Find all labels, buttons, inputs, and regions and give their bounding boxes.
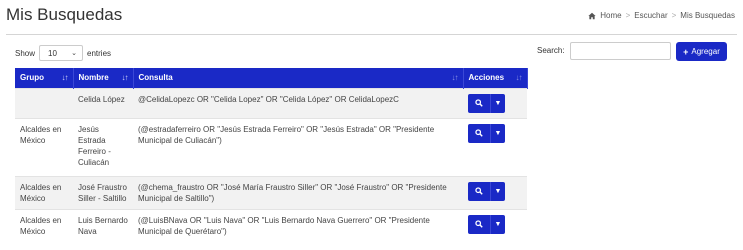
search-input[interactable]: [570, 42, 671, 60]
table-row: Alcaldes en México Jesús Estrada Ferreir…: [15, 117, 527, 176]
cell-consulta: @CelidaLopezc OR "Celida Lopez" OR "Celi…: [133, 87, 463, 118]
entries-label: entries: [87, 48, 112, 58]
row-actions: ▼: [468, 93, 505, 113]
view-search-button[interactable]: [468, 93, 490, 113]
actions-dropdown-toggle[interactable]: ▼: [490, 123, 505, 143]
actions-dropdown-toggle[interactable]: ▼: [490, 93, 505, 113]
row-actions: ▼: [468, 123, 505, 143]
cell-consulta: (@LuisBNava OR "Luis Nava" OR "Luis Bern…: [133, 208, 463, 249]
cell-acciones: ▼: [463, 87, 527, 118]
table-header-row: Grupo ↓↑ Nombre ↓↑ Consulta ↓↑ Acciones …: [15, 68, 528, 88]
add-button[interactable]: + Agregar: [676, 42, 727, 61]
column-header-consulta[interactable]: Consulta ↓↑: [133, 68, 464, 88]
view-search-button[interactable]: [468, 214, 490, 234]
plus-icon: +: [683, 46, 689, 57]
cell-consulta: (@estradaferreiro OR "Jesús Estrada Ferr…: [133, 117, 463, 176]
cell-nombre: Jesús Estrada Ferreiro - Culiacán: [73, 117, 133, 176]
cell-grupo: Alcaldes en México: [15, 175, 73, 209]
page-title: Mis Busquedas: [6, 5, 123, 24]
page-size-select[interactable]: 10 ⌄: [39, 45, 84, 61]
add-button-label: Agregar: [691, 47, 720, 56]
search-label: Search:: [537, 46, 565, 55]
cell-acciones: ▼: [463, 117, 527, 176]
breadcrumb-separator: >: [625, 11, 631, 20]
header-divider: [6, 34, 737, 35]
table-row: Alcaldes en México Luis Bernardo Nava (@…: [15, 208, 527, 249]
cell-acciones: ▼: [463, 208, 527, 249]
column-header-nombre[interactable]: Nombre ↓↑: [73, 68, 134, 88]
column-header-grupo[interactable]: Grupo ↓↑: [15, 68, 74, 88]
search-icon: [475, 187, 483, 195]
cell-nombre: Celida López: [73, 87, 133, 118]
page-size-control: Show 10 ⌄ entries: [15, 45, 111, 61]
show-label: Show: [15, 48, 36, 58]
cell-grupo: Alcaldes en México: [15, 208, 73, 249]
cell-nombre: José Fraustro Siller - Saltillo: [73, 175, 133, 209]
cell-consulta: (@chema_fraustro OR "José María Fraustro…: [133, 175, 463, 209]
sort-icon: ↓↑: [121, 73, 129, 82]
search-icon: [475, 99, 483, 107]
search-icon: [475, 220, 483, 228]
breadcrumb-separator: >: [671, 11, 677, 20]
sort-icon: ↓↑: [515, 73, 523, 82]
column-header-label: Consulta: [138, 73, 173, 83]
cell-nombre: Luis Bernardo Nava: [73, 208, 133, 249]
sort-icon: ↓↑: [61, 73, 69, 82]
table-row: Alcaldes en México José Fraustro Siller …: [15, 175, 527, 209]
row-actions: ▼: [468, 181, 505, 201]
actions-dropdown-toggle[interactable]: ▼: [490, 214, 505, 234]
breadcrumb: Home > Escuchar > Mis Busquedas: [588, 11, 735, 20]
cell-acciones: ▼: [463, 175, 527, 209]
cell-grupo: Alcaldes en México: [15, 117, 73, 176]
view-search-button[interactable]: [468, 181, 490, 201]
caret-down-icon: ▼: [494, 220, 502, 228]
view-search-button[interactable]: [468, 123, 490, 143]
caret-down-icon: ▼: [494, 187, 502, 195]
search-icon: [475, 129, 483, 137]
column-header-label: Acciones: [468, 73, 505, 83]
actions-dropdown-toggle[interactable]: ▼: [490, 181, 505, 201]
column-header-acciones[interactable]: Acciones ↓↑: [463, 68, 528, 88]
caret-down-icon: ▼: [494, 129, 502, 137]
breadcrumb-current: Mis Busquedas: [680, 11, 735, 20]
searches-table: Grupo ↓↑ Nombre ↓↑ Consulta ↓↑ Acciones …: [15, 68, 528, 249]
page-size-value: 10: [48, 48, 57, 58]
column-header-label: Grupo: [20, 73, 44, 83]
breadcrumb-escuchar-link[interactable]: Escuchar: [634, 11, 667, 20]
cell-grupo: [15, 87, 73, 118]
column-header-label: Nombre: [78, 73, 109, 83]
table-row: Celida López @CelidaLopezc OR "Celida Lo…: [15, 87, 527, 118]
breadcrumb-home-link[interactable]: Home: [600, 11, 621, 20]
caret-down-icon: ▼: [494, 99, 502, 107]
row-actions: ▼: [468, 214, 505, 234]
chevron-down-icon: ⌄: [71, 50, 78, 57]
sort-icon: ↓↑: [451, 73, 459, 82]
home-icon: [588, 12, 596, 19]
